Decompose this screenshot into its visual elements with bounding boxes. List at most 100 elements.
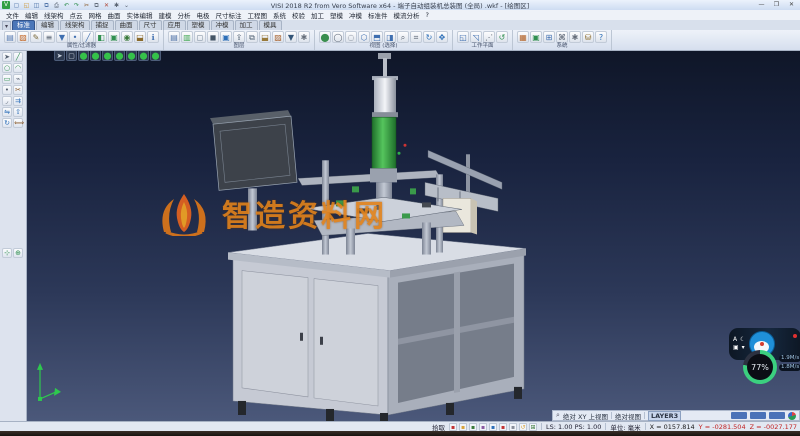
toolbar-options-button[interactable]: ▾ (2, 21, 11, 30)
save-icon[interactable]: ◫ (32, 1, 41, 10)
circle-icon[interactable]: ○ (2, 63, 12, 73)
lock-icon[interactable]: ⬓ (134, 31, 146, 43)
toolbar-tab[interactable]: 模具 (259, 20, 282, 30)
toolbar-tab[interactable]: 冲模 (211, 20, 234, 30)
menu-item[interactable]: 曲面 (105, 10, 124, 20)
snap-intersect-icon[interactable]: ▪ (479, 423, 487, 431)
system-macro-icon[interactable]: ⌘ (556, 31, 568, 43)
back-view-icon[interactable]: ⬤ (114, 50, 125, 61)
toolbar-tab[interactable]: 线架构 (60, 20, 90, 30)
workplane-face-icon[interactable]: ◹ (470, 31, 482, 43)
trim-icon[interactable]: ✂ (13, 85, 23, 95)
toolbar-tab[interactable]: 塑模 (187, 20, 210, 30)
menu-item[interactable]: 线架构 (41, 10, 67, 20)
absolute-view-label[interactable]: 绝对视图 (615, 411, 641, 421)
minimize-button[interactable]: — (755, 1, 768, 9)
close-button[interactable]: ✕ (785, 1, 798, 9)
current-layer-badge[interactable]: LAYER3 (648, 411, 681, 421)
new-file-icon[interactable]: ▢ (12, 1, 21, 10)
snap-grid-icon[interactable]: ↺ (519, 423, 527, 431)
print-icon[interactable]: ⎙ (52, 1, 61, 10)
redo-icon[interactable]: ↷ (72, 1, 81, 10)
toolbar-tab[interactable]: 曲面 (115, 20, 138, 30)
menu-item[interactable]: 分析 (175, 10, 194, 20)
snap-near-icon[interactable]: ⊞ (529, 423, 537, 431)
menu-item[interactable]: 冲模 (346, 10, 365, 20)
layer-list-icon[interactable]: ▤ (168, 31, 180, 43)
system-calculator-icon[interactable]: ⊞ (543, 31, 555, 43)
pen-style-icon[interactable]: ✎ (30, 31, 42, 43)
menu-item[interactable]: 网格 (86, 10, 105, 20)
view-shaded-icon[interactable]: ⬤ (319, 31, 331, 43)
layer-on-icon[interactable]: ◻ (194, 31, 206, 43)
filter-point-icon[interactable]: • (69, 31, 81, 43)
snap-mid-icon[interactable]: ▪ (459, 423, 467, 431)
menu-item[interactable]: 标准件 (365, 10, 391, 20)
snap-quad-icon[interactable]: ▪ (489, 423, 497, 431)
offset-icon[interactable]: ⇉ (13, 96, 23, 106)
filter-line-icon[interactable]: ╱ (82, 31, 94, 43)
rotate-view-icon[interactable]: ↻ (423, 31, 435, 43)
color-icon[interactable]: ▨ (17, 31, 29, 43)
cut-icon[interactable]: ✂ (82, 1, 91, 10)
system-database-icon[interactable]: ⛁ (582, 31, 594, 43)
mirror-icon[interactable]: ⇋ (2, 107, 12, 117)
absolute-xy-label[interactable]: 绝对 XY 上视图 (563, 411, 608, 421)
save-all-icon[interactable]: ⧉ (42, 1, 51, 10)
layer-copy-icon[interactable]: ⧉ (246, 31, 258, 43)
measure-icon[interactable]: ⟺ (13, 118, 23, 128)
layer-color-icon[interactable]: ▨ (272, 31, 284, 43)
menu-item[interactable]: 系统 (270, 10, 289, 20)
left-view-icon[interactable]: ⬤ (126, 50, 137, 61)
toolbar-tab[interactable]: 编辑 (36, 20, 59, 30)
fillet-icon[interactable]: ◞ (2, 96, 12, 106)
settings-icon[interactable]: ✱ (112, 1, 121, 10)
front-view-icon[interactable]: ⬤ (102, 50, 113, 61)
view-preset-button[interactable] (731, 412, 747, 419)
search-icon[interactable]: ⌕ (556, 411, 560, 420)
menu-item[interactable]: 塑模 (327, 10, 346, 20)
status-orb-icon[interactable] (788, 412, 796, 420)
workplane-3pt-icon[interactable]: ⋰ (483, 31, 495, 43)
layer-filter-icon[interactable]: ▼ (285, 31, 297, 43)
select-icon[interactable]: ➤ (2, 52, 12, 62)
layer-move-icon[interactable]: ⇪ (233, 31, 245, 43)
workplane-xy-icon[interactable]: ◱ (457, 31, 469, 43)
layer-lock-icon[interactable]: ⬓ (259, 31, 271, 43)
toolbar-tab[interactable]: 加工 (235, 20, 258, 30)
pan-view-icon[interactable]: ✥ (436, 31, 448, 43)
viewport[interactable]: ➤▢⬤⬤⬤⬤⬤⬤⬤ 智造资料网 A ☾ ▣ ▾ 7 (26, 50, 800, 421)
copy-icon[interactable]: ⧉ (92, 1, 101, 10)
menu-item[interactable]: 文件 (3, 10, 22, 20)
delete-icon[interactable]: ✕ (102, 1, 111, 10)
toolbar-tab[interactable]: 尺寸 (139, 20, 162, 30)
layer-new-icon[interactable]: ▥ (181, 31, 193, 43)
point-icon[interactable]: • (2, 85, 12, 95)
filter-solid-icon[interactable]: ▣ (108, 31, 120, 43)
select-cursor-icon[interactable]: ➤ (54, 50, 65, 61)
menu-item[interactable]: 实体编辑 (124, 10, 156, 20)
layer-current-icon[interactable]: ▣ (220, 31, 232, 43)
layer-settings-icon[interactable]: ✱ (298, 31, 310, 43)
menu-item[interactable]: ? (423, 11, 432, 19)
view-preset-button[interactable] (769, 412, 785, 419)
view-hidden-line-icon[interactable]: ◌ (345, 31, 357, 43)
polyline-icon[interactable]: ⌁ (13, 74, 23, 84)
revolve-icon[interactable]: ↻ (2, 118, 12, 128)
system-settings-icon[interactable]: ✱ (569, 31, 581, 43)
extrude-icon[interactable]: ⇧ (13, 107, 23, 117)
workplane-reset-icon[interactable]: ↺ (496, 31, 508, 43)
menu-item[interactable]: 编辑 (22, 10, 41, 20)
bottom-view-icon[interactable]: ⬤ (150, 50, 161, 61)
filter-all-icon[interactable]: ▼ (56, 31, 68, 43)
ucs-icon[interactable]: ⊹ (2, 248, 12, 258)
maximize-button[interactable]: ❐ (770, 1, 783, 9)
undo-icon[interactable]: ↶ (62, 1, 71, 10)
iso-view-icon[interactable]: ⬤ (78, 50, 89, 61)
menu-item[interactable]: 工程图 (245, 10, 271, 20)
menu-item[interactable]: 电极 (194, 10, 213, 20)
top-view-icon[interactable]: ⬤ (90, 50, 101, 61)
bounding-box-icon[interactable]: ▢ (66, 50, 77, 61)
snap-center-icon[interactable]: ▪ (469, 423, 477, 431)
menu-item[interactable]: 点云 (67, 10, 86, 20)
